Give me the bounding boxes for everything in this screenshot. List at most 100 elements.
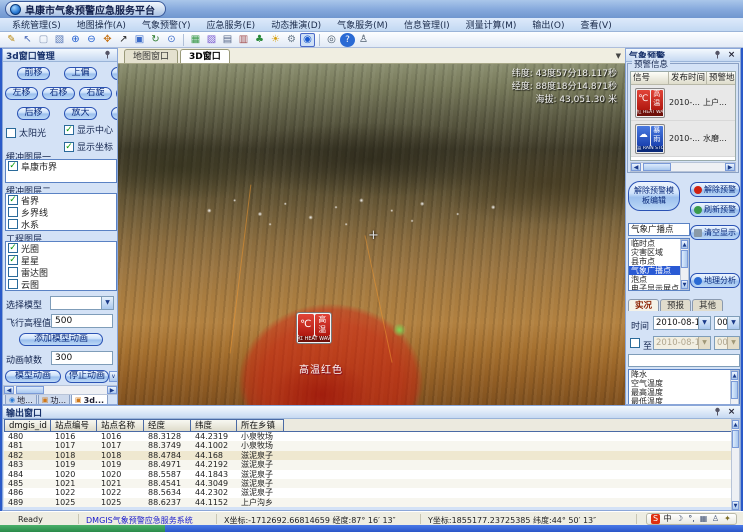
weather-element-item[interactable]: 空气温度 — [629, 379, 739, 388]
eye-icon[interactable]: ◎ — [324, 33, 339, 47]
scrollbar-thumb[interactable] — [643, 163, 671, 171]
table-row[interactable]: 4821018101888.478444.168滋泥泉子 — [4, 451, 731, 460]
checkbox-icon[interactable]: ✓ — [64, 125, 74, 135]
point-type-display[interactable]: 气象广播点 — [628, 223, 690, 236]
to-date-checkbox[interactable] — [630, 338, 640, 348]
warning-row[interactable]: ☁暴雨蓝 RAIN STORM2010-...水磨... — [631, 121, 735, 157]
nav-button[interactable]: 右旋 — [79, 87, 112, 100]
map-tab[interactable]: 地图窗口 — [124, 49, 178, 63]
add-model-animation-button[interactable]: 添加模型动画 — [19, 333, 103, 346]
table-row[interactable]: 4891025102588.623744.1152上户沟乡 — [4, 498, 731, 507]
model-select-combo[interactable]: ▼ — [50, 296, 114, 310]
edit-pencil-icon[interactable]: ✎ — [4, 33, 19, 47]
nav-button[interactable]: 前移 — [17, 67, 50, 80]
panel-tab[interactable]: ◉地... — [5, 395, 37, 405]
menu-item[interactable]: 气象服务(M) — [329, 18, 396, 31]
scrollbar-thumb[interactable] — [731, 381, 738, 399]
select-features-icon[interactable]: ↖ — [20, 33, 35, 47]
geographic-analysis-button[interactable]: 地理分析 — [690, 273, 740, 288]
checkbox-icon[interactable]: ✓ — [64, 142, 74, 152]
nav-button[interactable]: 缩小 — [111, 107, 118, 120]
stop-animation-button[interactable]: 停止动画 — [65, 370, 109, 383]
zoom-out-icon[interactable]: ⊖ — [84, 33, 99, 47]
refresh-warning-button[interactable]: 刷新预警 — [690, 202, 740, 217]
element-list-vscrollbar[interactable]: ▲ — [730, 370, 739, 405]
model-animation-button[interactable]: 模型动画 — [5, 370, 61, 383]
punct-icon[interactable]: °, — [687, 514, 696, 524]
pin-icon[interactable] — [713, 50, 724, 61]
scroll-up-arrow-icon[interactable]: ▲ — [681, 240, 688, 249]
lamp-icon[interactable]: ☀ — [268, 33, 283, 47]
column-header[interactable]: 经度 — [144, 419, 191, 432]
scrollbar-thumb[interactable] — [681, 250, 688, 268]
scrollbar-thumb[interactable] — [16, 386, 44, 394]
checkbox-icon[interactable]: ✓ — [8, 255, 18, 265]
tab-active[interactable]: 实况 — [628, 299, 659, 311]
clear-display-button[interactable]: 清空显示 — [690, 225, 740, 240]
nav-button[interactable]: 放大 — [64, 107, 97, 120]
print-icon[interactable]: ▤ — [220, 33, 235, 47]
zoom-window-icon[interactable]: ▧ — [52, 33, 67, 47]
checkbox-icon[interactable] — [8, 267, 18, 277]
column-header[interactable]: 站点名称 — [97, 419, 144, 432]
clear-selection-icon[interactable]: ▢ — [36, 33, 51, 47]
help-icon[interactable]: ? — [340, 33, 355, 47]
wrench-icon[interactable]: ✦ — [723, 514, 732, 524]
scroll-down-arrow-icon[interactable]: ▼ — [732, 501, 739, 510]
cn-mode-icon[interactable]: 中 — [663, 514, 672, 524]
close-icon[interactable]: × — [726, 50, 737, 61]
map-3d-viewport[interactable]: 纬度: 43度57分18.117秒 经度: 88度18分14.871秒 海拔: … — [118, 64, 625, 405]
scroll-down-chevron-icon[interactable]: ∨ — [109, 371, 118, 382]
layer-list-item[interactable]: 乡界线 — [6, 206, 116, 218]
scroll-left-arrow-icon[interactable]: ◀ — [631, 163, 641, 171]
taskbar-left-segment[interactable] — [0, 525, 165, 532]
full-extent-icon[interactable]: ▣ — [132, 33, 147, 47]
table-row[interactable]: 4811017101788.374944.1002小泉牧场 — [4, 441, 731, 450]
table-row[interactable]: 4801016101688.312844.2319小泉牧场 — [4, 432, 731, 441]
checkbox-icon[interactable]: ✓ — [8, 243, 18, 253]
panel-tab[interactable]: ▣功... — [38, 395, 70, 405]
frame-count-input[interactable]: 300 — [51, 351, 113, 365]
scroll-up-arrow-icon[interactable]: ▲ — [731, 371, 738, 380]
weather-element-item[interactable]: 最高温度 — [629, 388, 739, 397]
left-panel-hscrollbar[interactable]: ◀▶ — [3, 385, 118, 395]
layer-list[interactable]: ✓省界乡界线水系 — [5, 193, 117, 231]
layer-list-item[interactable]: 雷达图 — [6, 266, 116, 278]
table-row[interactable]: 4851021102188.454144.3049滋泥泉子 — [4, 479, 731, 488]
output-table-vscrollbar[interactable]: ▲ ▼ — [731, 419, 740, 511]
checkbox-icon[interactable] — [8, 207, 18, 217]
identify-icon[interactable]: ⊙ — [164, 33, 179, 47]
scroll-right-arrow-icon[interactable]: ▶ — [725, 163, 735, 171]
date-from-combo[interactable]: 2010-08-13▼ — [653, 316, 711, 330]
column-header[interactable]: 预警地区 — [707, 72, 736, 85]
menu-item[interactable]: 查看(V) — [573, 18, 620, 31]
menu-item[interactable]: 地图操作(A) — [69, 18, 134, 31]
chevron-down-icon[interactable]: ▼ — [727, 317, 739, 329]
settings-gear-icon[interactable]: ⚙ — [284, 33, 299, 47]
checkbox-icon[interactable] — [8, 219, 18, 229]
nav-button[interactable]: 右移 — [42, 87, 75, 100]
exit-icon[interactable]: ♙ — [356, 33, 371, 47]
hour-from-combo[interactable]: 00▼ — [714, 316, 740, 330]
weather-element-list[interactable]: 降水空气温度最高温度最低温度地表温度 — [628, 369, 740, 405]
cancel-warning-template-edit-button[interactable]: 解除预警模板编辑 — [628, 181, 680, 211]
heat-wave-warning-marker[interactable]: ℃ 高温 红 HEAT WAVE — [296, 312, 332, 344]
menu-item[interactable]: 系统管理(S) — [4, 18, 69, 31]
cancel-warning-button[interactable]: 解除预警 — [690, 182, 740, 197]
checkbox-icon[interactable]: ✓ — [8, 195, 18, 205]
point-list-vscrollbar[interactable]: ▲ ▼ — [680, 239, 689, 290]
layer-list-item[interactable]: 云图 — [6, 278, 116, 290]
checkbox-icon[interactable] — [8, 279, 18, 289]
element-filter-input[interactable] — [628, 354, 740, 367]
checkbox-icon[interactable] — [6, 128, 16, 138]
chevron-down-icon[interactable]: ▼ — [698, 317, 710, 329]
checkbox-icon[interactable]: ✓ — [8, 161, 18, 171]
pin-icon[interactable] — [713, 407, 724, 418]
warning-table-hscrollbar[interactable]: ◀▶ — [630, 162, 736, 172]
menu-item[interactable]: 信息管理(I) — [396, 18, 458, 31]
menu-item[interactable]: 气象预警(Y) — [134, 18, 199, 31]
scroll-down-arrow-icon[interactable]: ▼ — [681, 280, 688, 289]
menu-item[interactable]: 动态推演(D) — [263, 18, 329, 31]
nav-button[interactable]: 上偏 — [64, 67, 97, 80]
column-header[interactable]: 站点编号 — [51, 419, 97, 432]
